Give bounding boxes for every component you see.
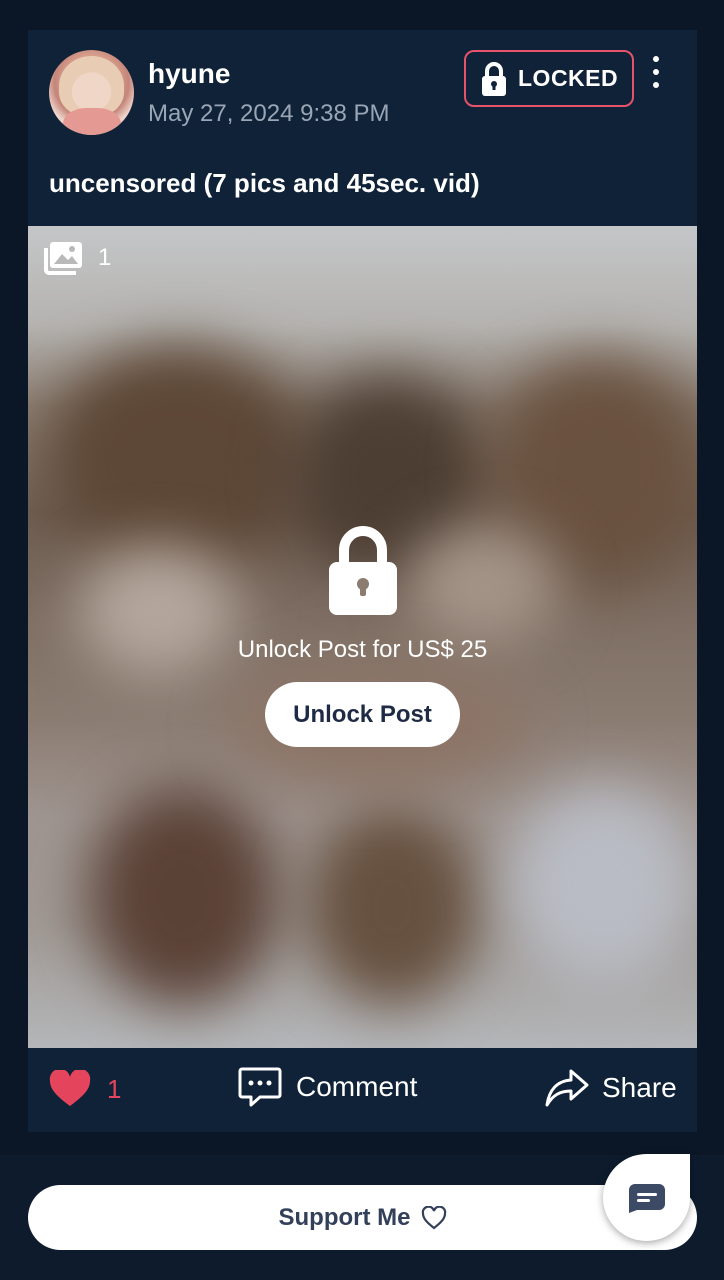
chat-icon bbox=[628, 1183, 665, 1213]
post-caption: uncensored (7 pics and 45sec. vid) bbox=[49, 168, 480, 198]
like-count: 1 bbox=[107, 1073, 122, 1104]
more-vertical-icon bbox=[653, 56, 659, 62]
locked-media-preview: 1 Unlock Post for US$ 25 Unlock Post bbox=[28, 226, 697, 1048]
support-me-button[interactable]: Support Me bbox=[28, 1185, 697, 1250]
share-button[interactable]: Share bbox=[544, 1068, 677, 1108]
lock-icon bbox=[482, 61, 506, 96]
share-icon bbox=[545, 1069, 589, 1107]
chat-button[interactable] bbox=[603, 1154, 690, 1241]
locked-badge: LOCKED bbox=[464, 50, 634, 107]
comment-label: Comment bbox=[296, 1071, 418, 1102]
images-icon bbox=[44, 242, 82, 275]
media-count-value: 1 bbox=[98, 244, 112, 271]
share-label: Share bbox=[602, 1072, 677, 1103]
username[interactable]: hyune bbox=[148, 58, 230, 90]
post-header: hyune May 27, 2024 9:38 PM LOCKED uncens… bbox=[28, 30, 697, 226]
post-date: May 27, 2024 9:38 PM bbox=[148, 100, 390, 127]
post-card: hyune May 27, 2024 9:38 PM LOCKED uncens… bbox=[28, 30, 697, 1132]
avatar[interactable] bbox=[49, 50, 134, 135]
media-count: 1 bbox=[42, 240, 111, 276]
support-label: Support Me bbox=[278, 1203, 411, 1231]
lock-icon bbox=[329, 526, 397, 615]
locked-label: LOCKED bbox=[518, 65, 619, 91]
comment-button[interactable]: Comment bbox=[238, 1066, 417, 1108]
comment-icon bbox=[238, 1067, 282, 1107]
unlock-post-button[interactable]: Unlock Post bbox=[265, 682, 460, 747]
heart-icon bbox=[49, 1070, 91, 1106]
heart-outline-icon bbox=[421, 1205, 446, 1229]
unlock-price-text: Unlock Post for US$ 25 bbox=[237, 636, 488, 663]
page: hyune May 27, 2024 9:38 PM LOCKED uncens… bbox=[0, 0, 724, 1280]
more-options-button[interactable] bbox=[642, 52, 670, 92]
like-button[interactable]: 1 bbox=[49, 1070, 121, 1108]
post-actions: 1 Comment Share bbox=[28, 1048, 697, 1132]
